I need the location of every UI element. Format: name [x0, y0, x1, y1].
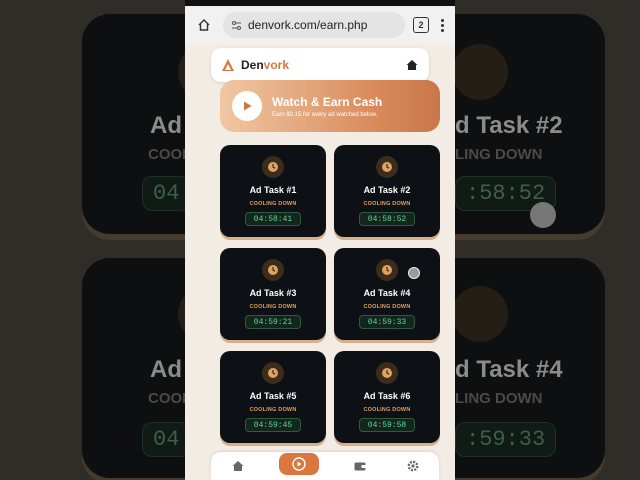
task-title: Ad Task #1 — [249, 185, 297, 195]
phone-screen: denvork.com/earn.php 2 Denvork Watch & E… — [185, 0, 455, 480]
ad-task-card[interactable]: Ad Task #4 COOLING DOWN 04:59:33 — [334, 248, 440, 340]
browser-url-bar: denvork.com/earn.php 2 — [185, 6, 455, 44]
nav-gear-icon[interactable] — [401, 456, 425, 476]
task-status: COOLING DOWN — [249, 407, 297, 413]
bottom-nav — [211, 452, 439, 480]
ad-task-card[interactable]: Ad Task #6 COOLING DOWN 04:59:58 — [334, 351, 440, 443]
task-title: Ad Task #6 — [363, 391, 411, 401]
banner-subtitle: Earn $0.15 for every ad watched below. — [272, 111, 378, 118]
task-title: Ad Task #3 — [249, 288, 297, 298]
nav-wallet-icon[interactable] — [348, 456, 372, 476]
task-status: COOLING DOWN — [249, 201, 297, 207]
url-text: denvork.com/earn.php — [248, 18, 368, 32]
brand-name[interactable]: Denvork — [241, 58, 289, 72]
touch-indicator — [530, 202, 556, 228]
watch-earn-banner: Watch & Earn Cash Earn $0.15 for every a… — [220, 80, 440, 132]
task-timer: 04:59:33 — [359, 315, 415, 329]
banner-title: Watch & Earn Cash — [272, 94, 383, 109]
app-header: Denvork — [211, 48, 429, 82]
nav-play-icon[interactable] — [278, 453, 319, 475]
clock-icon — [376, 156, 398, 178]
touch-indicator — [408, 267, 420, 279]
task-timer: 04:58:41 — [245, 212, 301, 226]
ad-task-card[interactable]: Ad Task #3 COOLING DOWN 04:59:21 — [220, 248, 326, 340]
clock-icon — [262, 259, 284, 281]
home-icon[interactable] — [405, 58, 419, 72]
task-status: COOLING DOWN — [249, 304, 297, 310]
clock-icon — [262, 156, 284, 178]
clock-icon — [262, 362, 284, 384]
ad-task-card[interactable]: Ad Task #5 COOLING DOWN 04:59:45 — [220, 351, 326, 443]
browser-home-icon[interactable] — [193, 14, 215, 36]
task-timer: 04:59:21 — [245, 315, 301, 329]
task-timer: 04:59:45 — [245, 418, 301, 432]
task-status: COOLING DOWN — [363, 201, 411, 207]
task-status: COOLING DOWN — [363, 407, 411, 413]
browser-menu-icon[interactable] — [437, 18, 447, 32]
nav-home-icon[interactable] — [226, 456, 250, 476]
task-title: Ad Task #2 — [363, 185, 411, 195]
clock-icon — [376, 362, 398, 384]
ad-task-card[interactable]: Ad Task #1 COOLING DOWN 04:58:41 — [220, 145, 326, 237]
clock-icon — [376, 259, 398, 281]
task-status: COOLING DOWN — [363, 304, 411, 310]
task-timer: 04:59:58 — [359, 418, 415, 432]
site-settings-icon[interactable] — [231, 20, 242, 31]
play-icon[interactable] — [232, 91, 262, 121]
ad-task-card[interactable]: Ad Task #2 COOLING DOWN 04:58:52 — [334, 145, 440, 237]
app-content: Denvork Watch & Earn Cash Earn $0.15 for… — [185, 44, 455, 480]
task-title: Ad Task #5 — [249, 391, 297, 401]
task-timer: 04:58:52 — [359, 212, 415, 226]
logo-icon — [222, 59, 234, 71]
url-field[interactable]: denvork.com/earn.php — [223, 12, 405, 38]
tab-switcher-button[interactable]: 2 — [413, 17, 429, 33]
task-title: Ad Task #4 — [363, 288, 411, 298]
